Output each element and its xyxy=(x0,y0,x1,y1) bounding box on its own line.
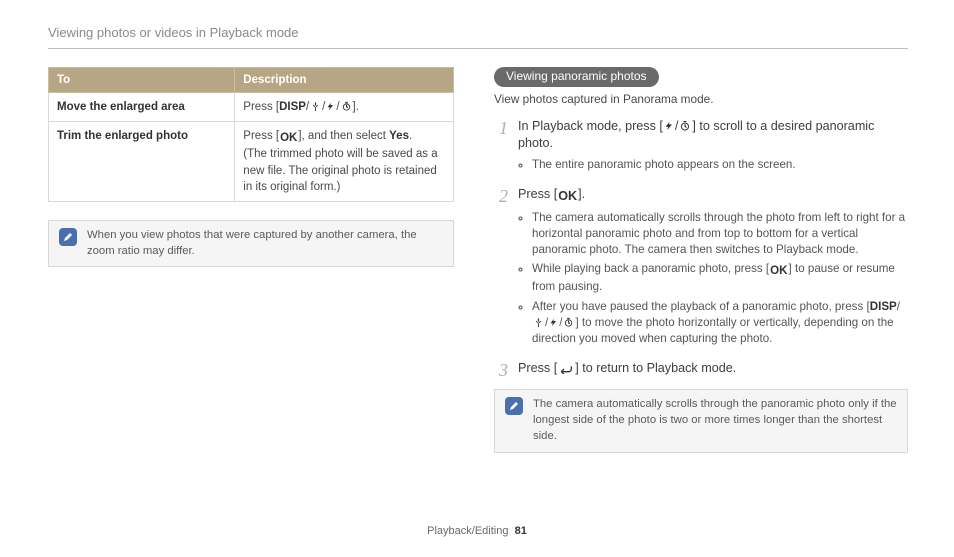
macro-icon xyxy=(532,317,545,328)
text: Press [ xyxy=(518,187,557,201)
step-number: 2 xyxy=(494,186,508,205)
return-icon xyxy=(557,364,575,374)
row-label: Trim the enlarged photo xyxy=(49,122,235,201)
sep: / xyxy=(897,300,900,313)
disp-label: DISP xyxy=(279,101,306,113)
text: Press [ xyxy=(243,130,279,142)
info-note-icon xyxy=(59,228,77,246)
step-bullet: The camera automatically scrolls through… xyxy=(532,210,908,259)
table-row: Move the enlarged area Press [DISP///]. xyxy=(49,93,454,122)
timer-icon xyxy=(340,101,353,112)
info-note: The camera automatically scrolls through… xyxy=(494,389,908,452)
info-note: When you view photos that were captured … xyxy=(48,220,454,268)
left-column: To Description Move the enlarged area Pr… xyxy=(48,67,454,453)
step-item: 2 Press [OK]. The camera automatically s… xyxy=(494,186,908,350)
macro-icon xyxy=(309,101,322,112)
footer-page-number: 81 xyxy=(515,525,527,537)
section-pill: Viewing panoramic photos xyxy=(494,67,659,87)
text: ], and then select xyxy=(298,130,389,142)
step-bullet: After you have paused the playback of a … xyxy=(532,299,908,348)
text: ]. xyxy=(578,187,585,201)
text: After you have paused the playback of a … xyxy=(532,300,870,313)
yes-label: Yes xyxy=(389,130,409,142)
row-note: (The trimmed photo will be saved as a ne… xyxy=(243,148,437,192)
section-intro: View photos captured in Panorama mode. xyxy=(494,91,908,108)
text: . xyxy=(409,130,412,142)
step-bullet: While playing back a panoramic photo, pr… xyxy=(532,261,908,295)
step-item: 1 In Playback mode, press [/] to scroll … xyxy=(494,118,908,176)
step-bullet: The entire panoramic photo appears on th… xyxy=(532,157,908,173)
table-header-to: To xyxy=(49,68,235,93)
flash-icon xyxy=(663,120,675,132)
step-item: 3 Press [ ] to return to Playback mode. xyxy=(494,360,908,379)
divider xyxy=(48,48,908,49)
page-title: Viewing photos or videos in Playback mod… xyxy=(48,24,908,42)
text: ] to return to Playback mode. xyxy=(575,361,736,375)
timer-icon xyxy=(562,317,575,328)
right-column: Viewing panoramic photos View photos cap… xyxy=(494,67,908,453)
info-note-text: When you view photos that were captured … xyxy=(87,228,443,260)
flash-icon xyxy=(548,317,559,328)
row-desc: Press [OK], and then select Yes. (The tr… xyxy=(235,122,454,201)
text: Press [ xyxy=(243,101,279,113)
text: ]. xyxy=(353,101,359,113)
step-number: 1 xyxy=(494,118,508,137)
row-label: Move the enlarged area xyxy=(49,93,235,122)
page-footer: Playback/Editing 81 xyxy=(0,524,954,539)
flash-icon xyxy=(325,101,336,112)
step-number: 3 xyxy=(494,360,508,379)
ok-icon: OK xyxy=(557,188,578,206)
ok-icon: OK xyxy=(769,263,788,279)
table-row: Trim the enlarged photo Press [OK], and … xyxy=(49,122,454,201)
row-desc: Press [DISP///]. xyxy=(235,93,454,122)
footer-section: Playback/Editing xyxy=(427,525,508,537)
actions-table: To Description Move the enlarged area Pr… xyxy=(48,67,454,202)
text: While playing back a panoramic photo, pr… xyxy=(532,262,769,275)
disp-label: DISP xyxy=(870,300,897,313)
info-note-text: The camera automatically scrolls through… xyxy=(533,397,897,444)
text: In Playback mode, press [ xyxy=(518,119,663,133)
table-header-desc: Description xyxy=(235,68,454,93)
steps-list: 1 In Playback mode, press [/] to scroll … xyxy=(494,118,908,380)
text: ] to move the photo horizontally or vert… xyxy=(532,316,894,345)
ok-icon: OK xyxy=(279,130,298,146)
text: Press [ xyxy=(518,361,557,375)
info-note-icon xyxy=(505,397,523,415)
timer-icon xyxy=(678,120,692,132)
